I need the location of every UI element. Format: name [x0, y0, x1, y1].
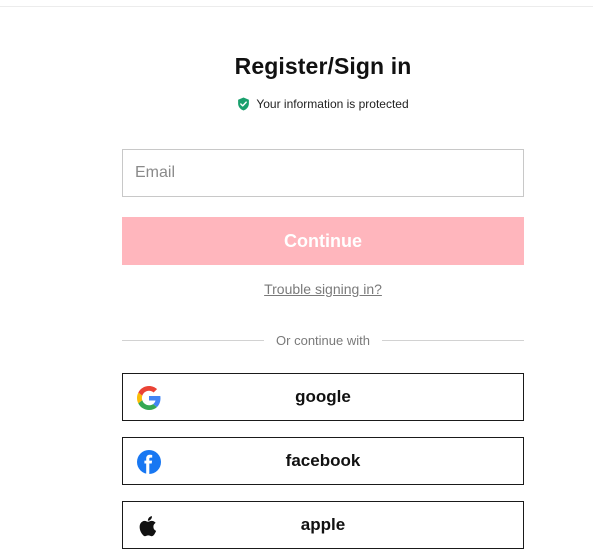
continue-button[interactable]: Continue [122, 217, 524, 265]
protected-notice: Your information is protected [122, 97, 524, 111]
google-login-button[interactable]: google [122, 373, 524, 421]
page-title: Register/Sign in [234, 53, 412, 79]
email-field[interactable] [122, 149, 524, 197]
top-divider [0, 6, 593, 7]
google-icon [137, 386, 161, 410]
trouble-signing-in-link[interactable]: Trouble signing in? [122, 281, 524, 297]
or-continue-divider: Or continue with [122, 331, 524, 349]
divider-line-left [122, 339, 265, 341]
facebook-label: facebook [285, 451, 361, 470]
divider-line-right [381, 339, 524, 341]
facebook-login-button[interactable]: facebook [122, 437, 524, 485]
apple-label: apple [300, 515, 346, 534]
facebook-icon [137, 450, 161, 474]
google-label: google [295, 387, 351, 406]
apple-icon [139, 516, 157, 537]
shield-check-icon [238, 97, 250, 111]
apple-login-button[interactable]: apple [122, 501, 524, 549]
or-continue-text: Or continue with [276, 332, 370, 348]
protected-text: Your information is protected [256, 97, 409, 111]
